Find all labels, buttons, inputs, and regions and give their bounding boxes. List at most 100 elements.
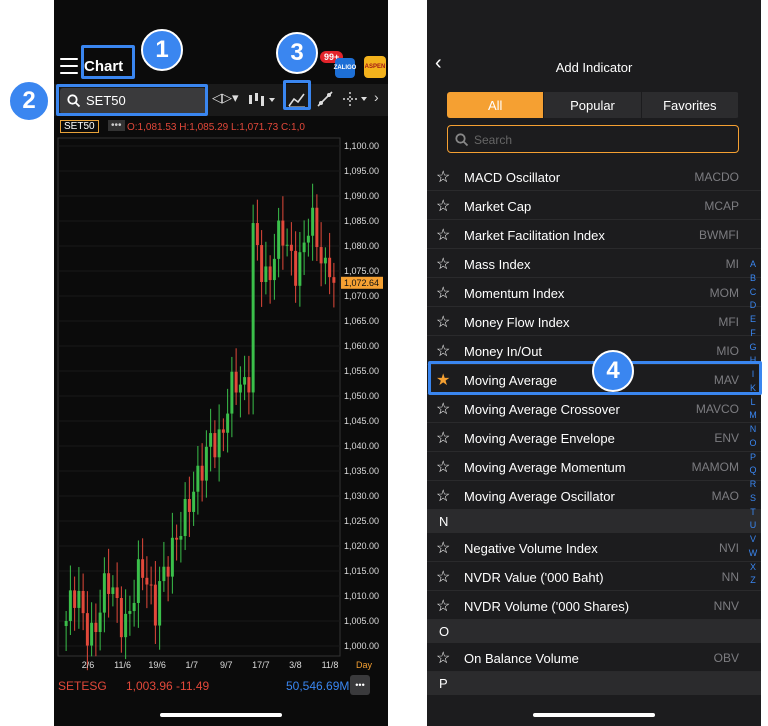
highlight-indicator [283, 80, 311, 110]
callout-2: 2 [8, 80, 50, 122]
y-tick-label: 1,090.00 [344, 191, 379, 201]
section-header: N [427, 510, 761, 533]
indicator-name: Market Facilitation Index [464, 228, 605, 243]
indicator-code: MFI [718, 315, 739, 329]
more-icon[interactable]: ••• [108, 120, 125, 131]
candle [102, 573, 106, 613]
index-letter[interactable]: S [746, 492, 760, 506]
candle [272, 258, 276, 281]
index-letter[interactable]: O [746, 437, 760, 451]
aspen-app-icon[interactable]: ASPEN [364, 56, 386, 78]
search-icon [455, 133, 469, 147]
footer-more-button[interactable]: ••• [350, 675, 370, 695]
star-icon[interactable]: ☆ [436, 457, 450, 477]
star-icon[interactable]: ☆ [436, 538, 450, 558]
alphabet-index[interactable]: ABCDEFGHIKLMNOPQRSTUVWXZ [746, 258, 760, 588]
list-item[interactable]: ☆ Moving Average Envelope ENV [427, 423, 761, 452]
menu-icon[interactable] [60, 58, 78, 74]
indicator-code: MCAP [704, 199, 739, 213]
index-letter[interactable]: Z [746, 574, 760, 588]
star-icon[interactable]: ☆ [436, 648, 450, 668]
list-item[interactable]: ☆ Mass Index MI [427, 249, 761, 278]
candle [306, 235, 310, 243]
crosshair-icon[interactable] [342, 91, 370, 107]
indicator-code: MIO [716, 344, 739, 358]
list-item[interactable]: ☆ Negative Volume Index NVI [427, 533, 761, 562]
candle [332, 277, 336, 283]
candle [289, 244, 293, 251]
star-icon[interactable]: ☆ [436, 486, 450, 506]
index-letter[interactable]: R [746, 478, 760, 492]
star-icon[interactable]: ☆ [436, 312, 450, 332]
x-tick-label: 17/7 [252, 660, 270, 670]
chevron-right-icon[interactable]: › [374, 89, 379, 105]
list-item[interactable]: ☆ Market Cap MCAP [427, 191, 761, 220]
list-item[interactable]: ☆ Moving Average Momentum MAMOM [427, 452, 761, 481]
candle [213, 433, 217, 458]
index-letter[interactable]: L [746, 396, 760, 410]
index-letter[interactable]: C [746, 286, 760, 300]
indicator-tabs: All Popular Favorites [447, 92, 739, 118]
index-letter[interactable]: V [746, 533, 760, 547]
y-tick-label: 1,005.00 [344, 616, 379, 626]
list-item[interactable]: ☆ Market Facilitation Index BWMFI [427, 220, 761, 249]
drawing-tool-icon[interactable] [316, 90, 334, 108]
index-letter[interactable]: G [746, 341, 760, 355]
star-icon[interactable]: ☆ [436, 167, 450, 187]
index-letter[interactable]: W [746, 547, 760, 561]
index-letter[interactable]: E [746, 313, 760, 327]
indicator-code: OBV [713, 651, 739, 665]
list-item[interactable]: ☆ NVDR Volume ('000 Shares) NNV [427, 591, 761, 620]
tab-favorites[interactable]: Favorites [642, 92, 739, 118]
price-chart[interactable]: 1,100.00 1,095.00 1,090.00 1,085.00 1,080.00… [54, 118, 388, 674]
star-icon[interactable]: ☆ [436, 225, 450, 245]
star-icon[interactable]: ☆ [436, 596, 450, 616]
footer-symbol[interactable]: SETESG [58, 679, 107, 693]
star-icon[interactable]: ☆ [436, 428, 450, 448]
list-item[interactable]: ☆ MACD Oscillator MACDO [427, 162, 761, 191]
list-item[interactable]: ☆ Moving Average Crossover MAVCO [427, 394, 761, 423]
list-item[interactable]: ☆ Moving Average Oscillator MAO [427, 481, 761, 510]
y-tick-label: 1,065.00 [344, 316, 379, 326]
candle [277, 220, 281, 259]
plot-area [57, 137, 341, 657]
index-letter[interactable]: A [746, 258, 760, 272]
star-icon[interactable]: ☆ [436, 283, 450, 303]
star-icon[interactable]: ☆ [436, 399, 450, 419]
tab-all[interactable]: All [447, 92, 545, 118]
candle [158, 581, 162, 626]
index-letter[interactable]: T [746, 506, 760, 520]
y-tick-label: 1,095.00 [344, 166, 379, 176]
zaligo-app-icon[interactable]: ZALIGO [334, 58, 356, 78]
index-letter[interactable]: U [746, 519, 760, 533]
index-letter[interactable]: D [746, 299, 760, 313]
index-letter[interactable]: P [746, 451, 760, 465]
index-letter[interactable]: F [746, 327, 760, 341]
index-letter[interactable]: X [746, 561, 760, 575]
list-item[interactable]: ☆ Money Flow Index MFI [427, 307, 761, 336]
star-icon[interactable]: ☆ [436, 567, 450, 587]
star-icon[interactable]: ☆ [436, 341, 450, 361]
candlestick-type-icon[interactable] [248, 92, 278, 108]
candle [128, 611, 132, 614]
compare-icon[interactable]: ◁▷▾ [212, 90, 239, 106]
tab-popular[interactable]: Popular [544, 92, 642, 118]
y-tick-label: 1,020.00 [344, 541, 379, 551]
indicator-search-input[interactable]: Search [447, 125, 739, 153]
section-header: O [427, 620, 761, 643]
candle [132, 602, 136, 612]
index-letter[interactable]: B [746, 272, 760, 286]
highlight-symbol-search [56, 84, 208, 116]
ohlc-bar: SET50 ••• O:1,081.53 H:1,085.29 L:1,071.… [54, 118, 344, 136]
list-item[interactable]: ☆ On Balance Volume OBV [427, 643, 761, 672]
list-item[interactable]: ☆ NVDR Value ('000 Baht) NN [427, 562, 761, 591]
indicator-code: BWMFI [699, 228, 739, 242]
index-letter[interactable]: N [746, 423, 760, 437]
index-letter[interactable]: Q [746, 464, 760, 478]
star-icon[interactable]: ☆ [436, 254, 450, 274]
list-item[interactable]: ☆ Momentum Index MOM [427, 278, 761, 307]
star-icon[interactable]: ☆ [436, 196, 450, 216]
index-letter[interactable]: M [746, 409, 760, 423]
candle [247, 377, 251, 393]
period-label: Day [356, 660, 373, 670]
